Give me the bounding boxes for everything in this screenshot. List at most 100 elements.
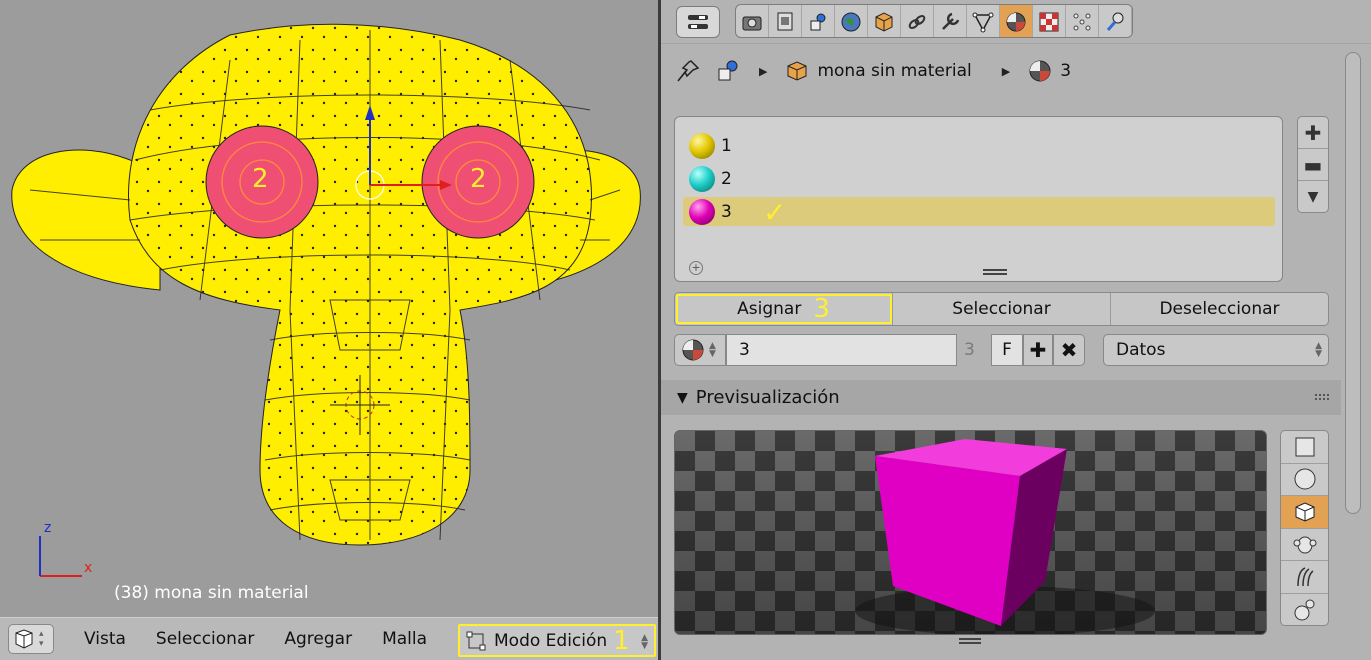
object-icon (787, 61, 807, 81)
material-swatch (689, 198, 715, 225)
menu-malla[interactable]: Malla (382, 629, 427, 649)
slot-label: 2 (721, 168, 732, 189)
tab-constraints[interactable] (901, 5, 934, 37)
assign-buttons: Asignar 3 Seleccionar Deseleccionar (674, 292, 1329, 326)
tab-data[interactable] (967, 5, 1000, 37)
editor-toggle-button[interactable] (676, 6, 720, 38)
properties-scrollbar[interactable] (1345, 52, 1361, 514)
assign-button[interactable]: Asignar 3 (675, 293, 893, 325)
unlink-material-button[interactable]: ✖ (1053, 334, 1085, 366)
tab-material[interactable] (1000, 5, 1033, 37)
sphere-icon (1294, 468, 1315, 490)
fake-user-button[interactable]: F (991, 334, 1023, 366)
close-icon: ✖ (1060, 338, 1078, 362)
slot-label: 3 (721, 201, 732, 222)
material-users-count[interactable]: 3 (964, 340, 975, 360)
scene-icon (810, 13, 826, 31)
list-item-selected[interactable]: 3 ✓ (683, 196, 1275, 229)
slot-specials-button[interactable]: ▼ (1298, 181, 1328, 213)
minus-icon: ▬ (1303, 152, 1323, 177)
breadcrumb-material: 3 (1060, 61, 1072, 81)
tab-particles[interactable] (1066, 5, 1099, 37)
world-icon (841, 12, 861, 32)
breadcrumb-arrow-icon: ▶ (1001, 64, 1011, 78)
texture-icon (1039, 12, 1059, 32)
physics-icon (1106, 12, 1124, 31)
render-layers-icon (777, 12, 793, 31)
axis-z-label: z (44, 520, 52, 536)
viewport-header: ▴ ▾ Vista Seleccionar Agregar Malla Modo … (0, 617, 658, 660)
mode-selector[interactable]: Modo Edición 1 ▲ ▼ (458, 624, 656, 657)
material-name-field[interactable]: 3 (726, 334, 957, 366)
tab-render-layers[interactable] (769, 5, 802, 37)
context-tabs (735, 4, 1133, 38)
3d-viewport[interactable]: 2 2 z x (38) mona sin material (0, 0, 658, 617)
monkey-icon (1293, 536, 1316, 554)
check-annotation-icon: ✓ (763, 196, 787, 229)
tab-scene[interactable] (802, 5, 835, 37)
tab-modifiers[interactable] (934, 5, 967, 37)
tab-physics[interactable] (1099, 5, 1132, 37)
monkey-mesh (11, 23, 641, 577)
tab-texture[interactable] (1033, 5, 1066, 37)
edit-mode-icon (466, 631, 486, 650)
data-icon (972, 12, 994, 33)
active-object-label: (38) mona sin material (114, 583, 309, 603)
breadcrumb: ▶ mona sin material ▶ 3 (675, 58, 1071, 84)
preview-shape-plane[interactable] (1281, 431, 1328, 464)
browse-material-button[interactable]: ▲ ▼ (674, 334, 726, 366)
blender-window: 2 2 z x (38) mona sin material ▴ ▾ Vista … (0, 0, 1371, 660)
hair-icon (1296, 567, 1314, 587)
drag-handle-icon[interactable] (1315, 394, 1329, 400)
deselect-button[interactable]: Deseleccionar (1111, 293, 1328, 325)
axis-x-label: x (84, 560, 93, 576)
mode-annotation: 1 (613, 625, 630, 656)
properties-editor: ▶ mona sin material ▶ 3 1 2 3 ✓ + ✚ ▬ ▼ … (661, 0, 1371, 660)
particles-icon (1073, 13, 1091, 31)
material-preview (674, 430, 1267, 635)
preview-panel-header[interactable]: ▼ Previsualización (661, 380, 1341, 415)
tab-render[interactable] (736, 5, 769, 37)
scene-icon (718, 60, 738, 81)
preview-resize-grip-icon[interactable] (959, 638, 981, 644)
menu-vista[interactable]: Vista (84, 629, 126, 649)
editor-type-selector[interactable]: ▴ ▾ (8, 624, 54, 654)
link-value: Datos (1116, 340, 1166, 360)
pin-icon[interactable] (675, 58, 701, 84)
preview-shape-sphere-group[interactable] (1281, 594, 1328, 627)
menu-agregar[interactable]: Agregar (284, 629, 352, 649)
material-slot-list: 1 2 3 ✓ + (674, 116, 1283, 282)
preview-title: Previsualización (695, 387, 840, 408)
preview-shape-monkey[interactable] (1281, 529, 1328, 562)
resize-grip-icon[interactable] (983, 269, 1007, 275)
constraints-icon (908, 15, 926, 29)
mode-label: Modo Edición (494, 630, 608, 651)
new-material-button[interactable]: ✚ (1023, 334, 1053, 366)
list-item[interactable]: 2 (683, 164, 1275, 193)
breadcrumb-arrow-icon: ▶ (759, 64, 768, 78)
preview-shape-sphere[interactable] (1281, 464, 1328, 497)
object-icon (875, 12, 893, 32)
preview-shape-hair[interactable] (1281, 561, 1328, 594)
add-slot-button[interactable]: ✚ (1298, 117, 1328, 149)
sphere-group-icon (1294, 599, 1314, 621)
tab-object[interactable] (868, 5, 901, 37)
3d-view-icon (15, 629, 33, 649)
cube-icon (1295, 502, 1314, 522)
eye-annotation-left: 2 (252, 164, 269, 194)
list-item[interactable]: 1 (683, 131, 1275, 160)
link-select[interactable]: Datos ▲ ▼ (1103, 334, 1329, 366)
slot-label: 1 (721, 135, 732, 156)
menu-seleccionar[interactable]: Seleccionar (156, 629, 254, 649)
select-button[interactable]: Seleccionar (893, 293, 1111, 325)
remove-slot-button[interactable]: ▬ (1298, 149, 1328, 181)
material-icon (1029, 60, 1051, 82)
filter-icon[interactable]: + (689, 261, 703, 275)
preview-shape-cube[interactable] (1281, 496, 1328, 529)
tab-world[interactable] (835, 5, 868, 37)
material-datablock-row: ▲ ▼ 3 3 F ✚ ✖ Datos ▲ ▼ (674, 334, 1329, 366)
material-swatch (689, 165, 715, 192)
material-icon (1006, 12, 1026, 32)
material-icon (682, 339, 704, 361)
assign-label: Asignar (737, 299, 802, 319)
